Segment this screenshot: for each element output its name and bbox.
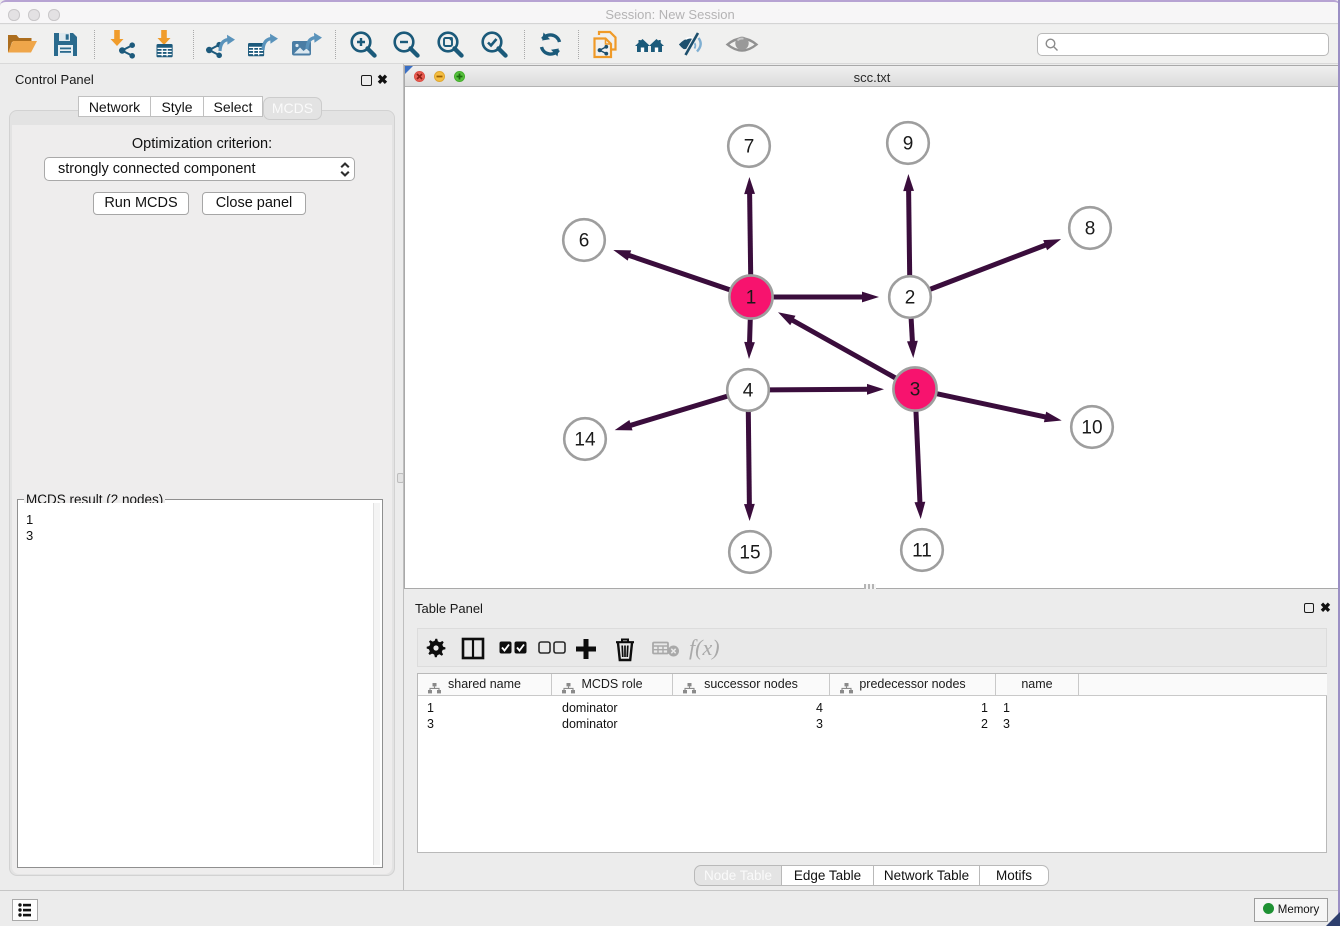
svg-text:4: 4 bbox=[743, 381, 754, 402]
svg-text:8: 8 bbox=[1085, 219, 1096, 240]
svg-text:3: 3 bbox=[910, 380, 921, 401]
svg-text:11: 11 bbox=[912, 541, 932, 562]
svg-text:15: 15 bbox=[739, 543, 760, 564]
svg-text:2: 2 bbox=[905, 288, 916, 309]
svg-text:10: 10 bbox=[1081, 418, 1102, 439]
svg-text:1: 1 bbox=[746, 288, 757, 309]
svg-text:7: 7 bbox=[744, 137, 755, 158]
svg-text:6: 6 bbox=[579, 231, 590, 252]
svg-text:9: 9 bbox=[903, 134, 914, 155]
svg-text:14: 14 bbox=[574, 430, 596, 451]
